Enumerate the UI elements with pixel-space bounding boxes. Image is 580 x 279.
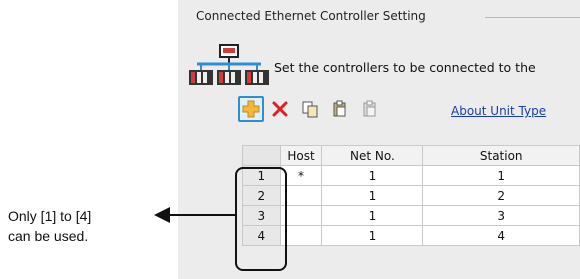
controller-table: Host Net No. Station 1 * 1 1 2 1 2 3 1 3… <box>242 145 580 246</box>
delete-icon <box>272 101 288 117</box>
add-button[interactable] <box>238 96 264 122</box>
station-cell[interactable]: 4 <box>422 225 580 246</box>
table-header-row: Host Net No. Station <box>242 145 580 166</box>
callout-arrow-icon <box>154 207 236 223</box>
net-no-header[interactable]: Net No. <box>321 145 424 166</box>
net-no-cell[interactable]: 1 <box>321 225 424 246</box>
station-cell[interactable]: 3 <box>422 205 580 226</box>
add-icon <box>242 100 260 118</box>
paste-disabled-button[interactable] <box>357 96 383 122</box>
host-header[interactable]: Host <box>279 145 323 166</box>
group-divider <box>485 17 580 18</box>
station-cell[interactable]: 2 <box>422 185 580 206</box>
callout-note: Only [1] to [4] can be used. <box>8 206 91 246</box>
callout-line-1: Only [1] to [4] <box>8 208 92 224</box>
net-no-cell[interactable]: 1 <box>321 185 424 206</box>
net-no-cell[interactable]: 1 <box>321 165 424 186</box>
network-controllers-icon <box>189 44 269 85</box>
rows-highlight-bracket <box>235 167 287 271</box>
table-row[interactable]: 1 * 1 1 <box>242 165 580 186</box>
copy-button[interactable] <box>297 96 323 122</box>
table-row[interactable]: 2 1 2 <box>242 185 580 206</box>
corner-header <box>242 145 281 166</box>
net-no-cell[interactable]: 1 <box>321 205 424 226</box>
copy-icon <box>302 101 318 118</box>
paste-button[interactable] <box>327 96 353 122</box>
table-row[interactable]: 4 1 4 <box>242 225 580 246</box>
paste-icon <box>333 100 346 117</box>
station-cell[interactable]: 1 <box>422 165 580 186</box>
paste-disabled-icon <box>363 100 376 117</box>
station-header[interactable]: Station <box>422 145 580 166</box>
about-unit-type-link[interactable]: About Unit Type <box>451 104 546 118</box>
group-title: Connected Ethernet Controller Setting <box>196 9 426 23</box>
description-text: Set the controllers to be connected to t… <box>274 60 536 75</box>
callout-line-2: can be used. <box>8 228 89 244</box>
table-row[interactable]: 3 1 3 <box>242 205 580 226</box>
delete-button[interactable] <box>267 96 293 122</box>
